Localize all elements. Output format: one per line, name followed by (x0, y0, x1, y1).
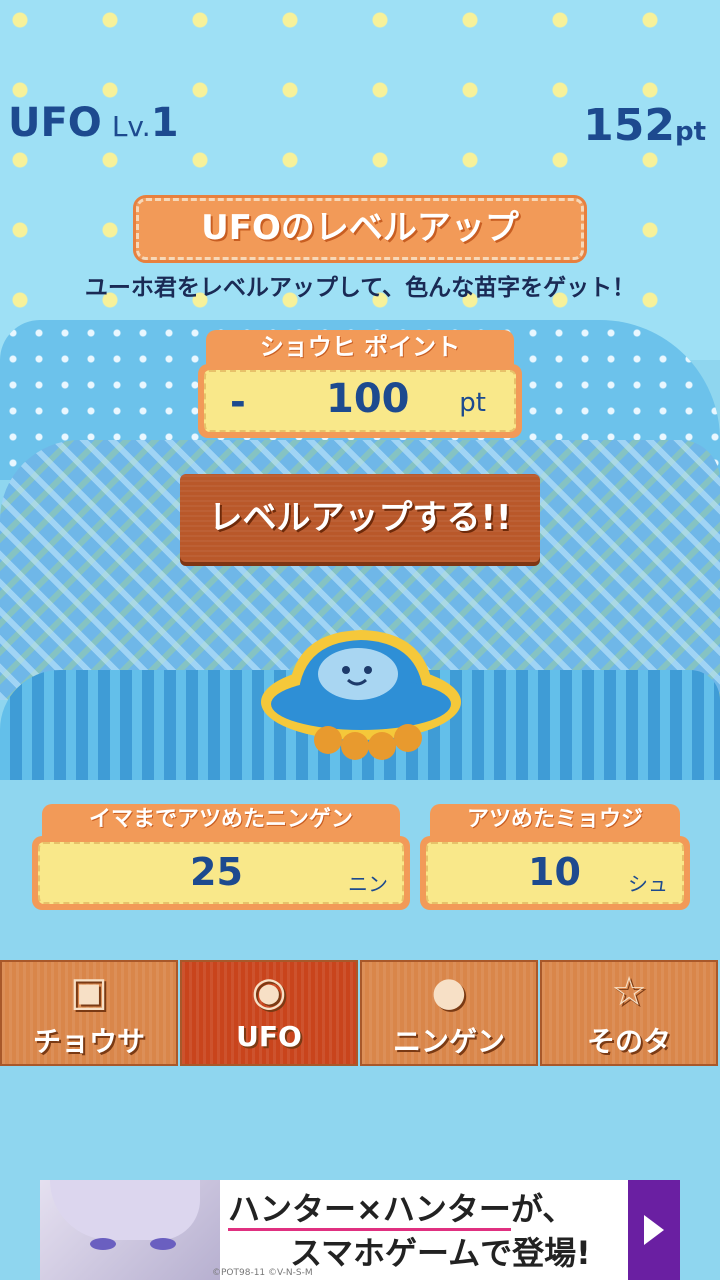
ad-copyright: ©POT98-11 ©V-N-S-M (212, 1268, 313, 1278)
collected-humans-panel: 25 ニン イマまでアツめたニンゲン (32, 804, 410, 910)
tab-human-label: ニンゲン (392, 1025, 505, 1058)
cost-unit: pt (459, 388, 486, 418)
ufo-name: UFO (8, 100, 102, 146)
cost-value: 100 (326, 376, 410, 422)
collected-surnames-panel: 10 シュ アツめたミョウジ (420, 804, 690, 910)
ad-character-eye-left (90, 1238, 116, 1250)
points-value: 152 (583, 100, 675, 151)
levelup-button[interactable]: レベルアップする!! (180, 474, 540, 562)
ad-character-hair (50, 1180, 200, 1240)
page-subtitle: ユーホ君をレベルアップして、色んな苗字をゲット！ (84, 275, 636, 301)
tab-ufo[interactable]: ◉ UFO (180, 960, 358, 1066)
cost-header: ショウヒ ポイント (206, 330, 514, 366)
collected-surnames-unit: シュ (628, 872, 668, 896)
collected-humans-body: 25 ニン (32, 836, 410, 910)
collected-surnames-value: 10 (528, 850, 581, 894)
collected-humans-label: イマまでアツめたニンゲン (42, 804, 400, 838)
background-stars (0, 0, 720, 360)
survey-icon: ▣ (70, 969, 108, 1015)
ad-play-button[interactable] (628, 1180, 680, 1280)
ad-character-image (40, 1180, 220, 1280)
ufo-character-icon (261, 630, 461, 760)
collected-humans-unit: ニン (348, 872, 388, 896)
collected-surnames-inner: 10 シュ (426, 842, 684, 904)
points-unit: pt (674, 117, 706, 147)
human-icon: ● (431, 969, 467, 1015)
tab-other-label: そのタ (586, 1025, 671, 1058)
tab-ufo-label: UFO (236, 1020, 302, 1053)
ad-character-eye-right (150, 1238, 176, 1250)
cost-inner: - 100 pt (204, 370, 516, 432)
points-display: 152pt (583, 100, 706, 151)
ufo-icon: ◉ (251, 969, 287, 1015)
ufo-level-display: UFO Lv.1 (8, 100, 179, 146)
tab-human[interactable]: ● ニンゲン (360, 960, 538, 1066)
cost-panel: - 100 pt ショウヒ ポイント (198, 330, 522, 438)
collected-humans-value: 25 (190, 850, 243, 894)
tab-other[interactable]: ☆ そのタ (540, 960, 718, 1066)
level-value: 1 (150, 100, 179, 146)
star-icon: ☆ (611, 969, 647, 1015)
tab-survey-label: チョウサ (32, 1025, 145, 1058)
collected-surnames-body: 10 シュ (420, 836, 690, 910)
ad-headline: ハンター×ハンターが、 (228, 1184, 575, 1231)
ad-headline-highlight: ハンター×ハンター (228, 1190, 511, 1231)
ad-headline-rest: が、 (510, 1190, 575, 1228)
collected-humans-inner: 25 ニン (38, 842, 404, 904)
collected-surnames-label: アツめたミョウジ (430, 804, 680, 838)
ad-subline: スマホゲームで登場! (290, 1234, 591, 1272)
play-icon (644, 1215, 664, 1245)
page-title: UFOのレベルアップ (133, 195, 587, 263)
ad-banner[interactable]: ハンター×ハンターが、 スマホゲームで登場! ©POT98-11 ©V-N-S-… (40, 1180, 680, 1280)
bottom-tab-bar: ▣ チョウサ ◉ UFO ● ニンゲン ☆ そのタ (0, 960, 720, 1066)
cost-sign: - (230, 380, 246, 424)
level-label: Lv. (111, 110, 151, 143)
cost-body: - 100 pt (198, 364, 522, 438)
tab-survey[interactable]: ▣ チョウサ (0, 960, 178, 1066)
